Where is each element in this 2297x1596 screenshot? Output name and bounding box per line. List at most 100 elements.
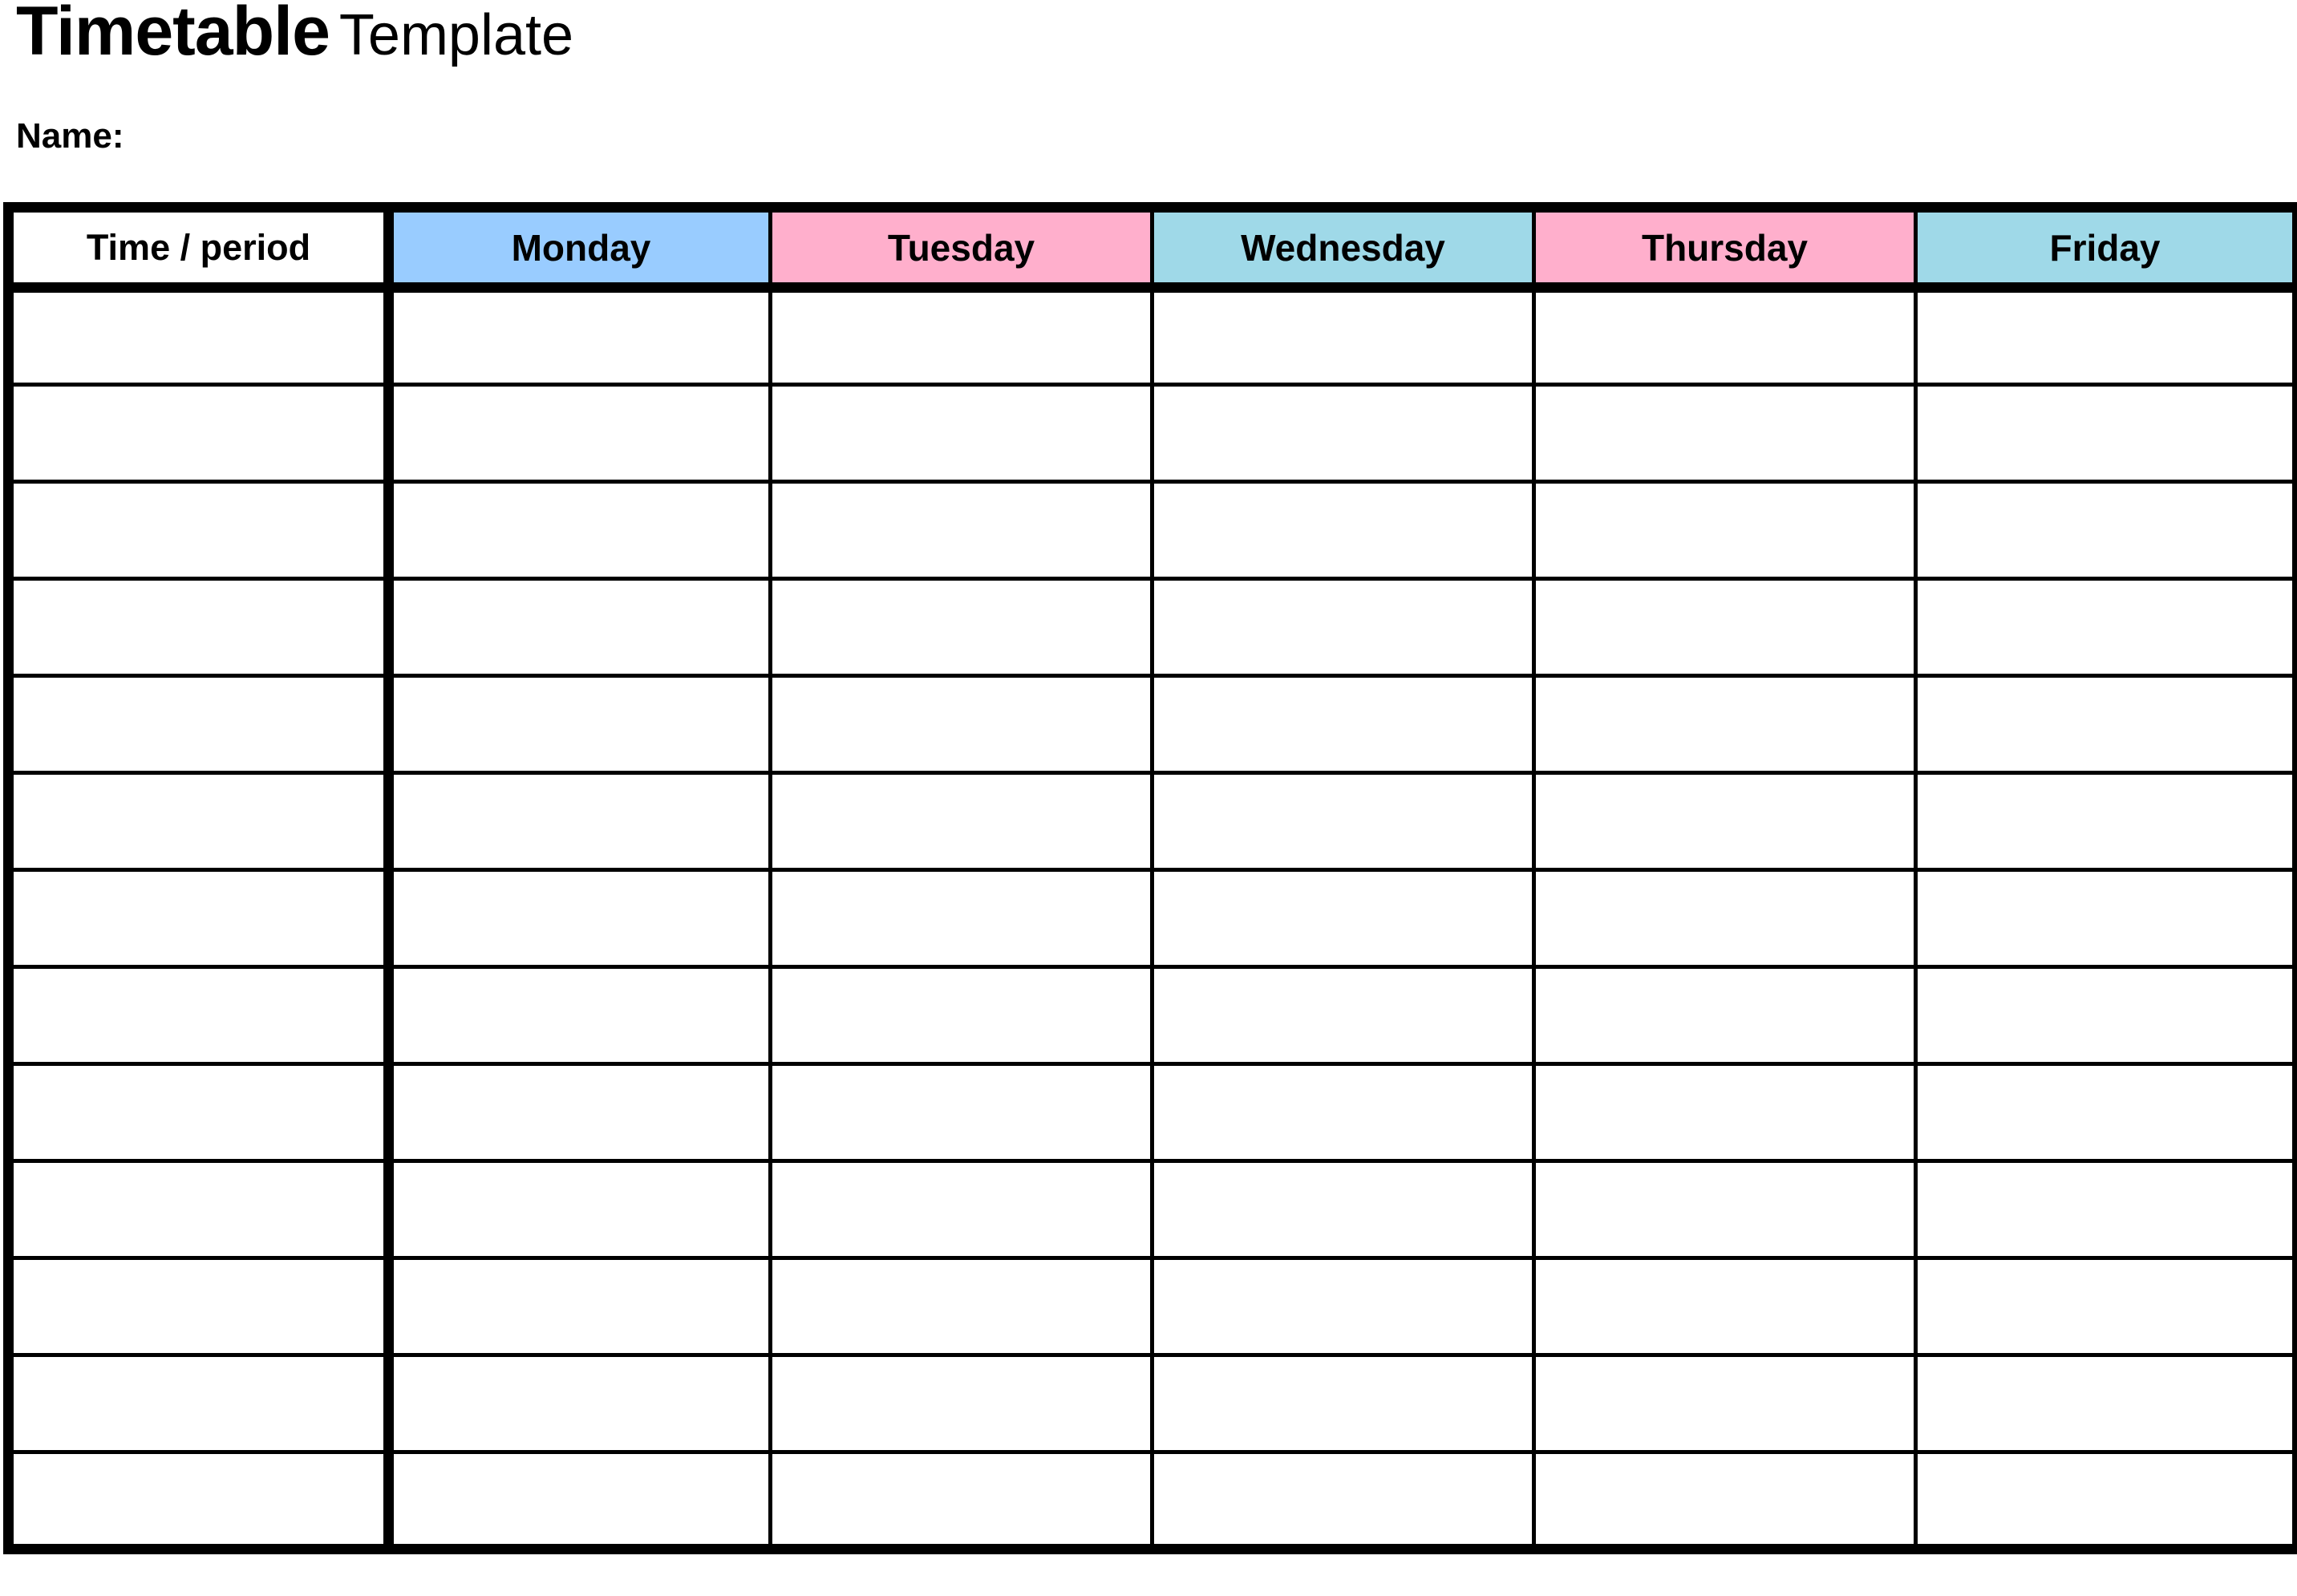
entry-cell[interactable] [1150, 286, 1536, 387]
entry-cell[interactable] [1150, 1159, 1536, 1260]
entry-cell[interactable] [1150, 868, 1536, 969]
timetable-header: Time / period Monday Tuesday Wednesday Thurs… [3, 202, 2297, 293]
entry-cell[interactable] [387, 771, 772, 872]
time-cell[interactable] [3, 1062, 394, 1163]
entry-cell[interactable] [1914, 965, 2297, 1066]
entry-cell[interactable] [1914, 1256, 2297, 1357]
page-title-strong: Timetable [16, 0, 330, 70]
entry-cell[interactable] [768, 1256, 1154, 1357]
entry-cell[interactable] [1532, 1159, 1918, 1260]
timetable-page: Timetable Template Name: Time / period Mon… [0, 0, 2297, 1596]
entry-cell[interactable] [768, 771, 1154, 872]
entry-cell[interactable] [768, 1353, 1154, 1454]
entry-cell[interactable] [1532, 1256, 1918, 1357]
entry-cell[interactable] [387, 674, 772, 775]
timetable-body [3, 286, 2297, 1554]
time-cell[interactable] [3, 383, 394, 484]
entry-cell[interactable] [1914, 577, 2297, 678]
entry-cell[interactable] [387, 1256, 772, 1357]
entry-cell[interactable] [768, 383, 1154, 484]
entry-cell[interactable] [387, 577, 772, 678]
time-cell[interactable] [3, 1450, 394, 1554]
entry-cell[interactable] [1914, 1062, 2297, 1163]
table-row [3, 868, 2297, 969]
entry-cell[interactable] [1532, 286, 1918, 387]
entry-cell[interactable] [1914, 868, 2297, 969]
entry-cell[interactable] [1532, 771, 1918, 872]
time-cell[interactable] [3, 771, 394, 872]
table-row [3, 577, 2297, 678]
column-header-friday: Friday [1914, 202, 2297, 293]
entry-cell[interactable] [387, 1450, 772, 1554]
entry-cell[interactable] [1532, 383, 1918, 484]
column-header-tuesday: Tuesday [768, 202, 1154, 293]
page-title: Timetable Template [16, 0, 573, 67]
time-cell[interactable] [3, 868, 394, 969]
column-header-wednesday: Wednesday [1150, 202, 1536, 293]
time-cell[interactable] [3, 965, 394, 1066]
entry-cell[interactable] [387, 286, 772, 387]
table-row [3, 965, 2297, 1066]
entry-cell[interactable] [387, 1159, 772, 1260]
entry-cell[interactable] [1914, 1450, 2297, 1554]
entry-cell[interactable] [387, 1062, 772, 1163]
entry-cell[interactable] [387, 868, 772, 969]
entry-cell[interactable] [1150, 771, 1536, 872]
entry-cell[interactable] [387, 480, 772, 581]
entry-cell[interactable] [768, 868, 1154, 969]
time-cell[interactable] [3, 1353, 394, 1454]
name-field-label: Name: [16, 116, 124, 156]
entry-cell[interactable] [768, 965, 1154, 1066]
time-cell[interactable] [3, 674, 394, 775]
entry-cell[interactable] [1532, 480, 1918, 581]
entry-cell[interactable] [1150, 1062, 1536, 1163]
entry-cell[interactable] [1914, 480, 2297, 581]
table-row [3, 286, 2297, 387]
entry-cell[interactable] [1150, 480, 1536, 581]
entry-cell[interactable] [387, 1353, 772, 1454]
entry-cell[interactable] [1914, 771, 2297, 872]
table-row [3, 674, 2297, 775]
entry-cell[interactable] [1532, 868, 1918, 969]
entry-cell[interactable] [1150, 1450, 1536, 1554]
time-cell[interactable] [3, 480, 394, 581]
entry-cell[interactable] [1150, 383, 1536, 484]
entry-cell[interactable] [1914, 1353, 2297, 1454]
entry-cell[interactable] [1532, 674, 1918, 775]
entry-cell[interactable] [387, 383, 772, 484]
table-row [3, 1159, 2297, 1260]
entry-cell[interactable] [1914, 674, 2297, 775]
entry-cell[interactable] [768, 1450, 1154, 1554]
column-header-monday: Monday [387, 202, 772, 293]
entry-cell[interactable] [387, 965, 772, 1066]
time-cell[interactable] [3, 577, 394, 678]
entry-cell[interactable] [768, 674, 1154, 775]
entry-cell[interactable] [768, 577, 1154, 678]
entry-cell[interactable] [1532, 577, 1918, 678]
entry-cell[interactable] [1532, 1450, 1918, 1554]
entry-cell[interactable] [768, 1062, 1154, 1163]
entry-cell[interactable] [1150, 674, 1536, 775]
time-cell[interactable] [3, 1256, 394, 1357]
entry-cell[interactable] [1914, 383, 2297, 484]
table-row [3, 1256, 2297, 1357]
column-header-thursday: Thursday [1532, 202, 1918, 293]
header-row: Time / period Monday Tuesday Wednesday Thurs… [3, 202, 2297, 293]
entry-cell[interactable] [1532, 965, 1918, 1066]
entry-cell[interactable] [1150, 965, 1536, 1066]
column-header-time-period: Time / period [3, 202, 394, 293]
entry-cell[interactable] [1150, 1256, 1536, 1357]
entry-cell[interactable] [1532, 1062, 1918, 1163]
entry-cell[interactable] [1150, 577, 1536, 678]
time-cell[interactable] [3, 1159, 394, 1260]
entry-cell[interactable] [1914, 286, 2297, 387]
entry-cell[interactable] [1532, 1353, 1918, 1454]
entry-cell[interactable] [768, 286, 1154, 387]
table-row [3, 1062, 2297, 1163]
entry-cell[interactable] [768, 1159, 1154, 1260]
entry-cell[interactable] [1150, 1353, 1536, 1454]
time-cell[interactable] [3, 286, 394, 387]
table-row [3, 383, 2297, 484]
entry-cell[interactable] [768, 480, 1154, 581]
entry-cell[interactable] [1914, 1159, 2297, 1260]
